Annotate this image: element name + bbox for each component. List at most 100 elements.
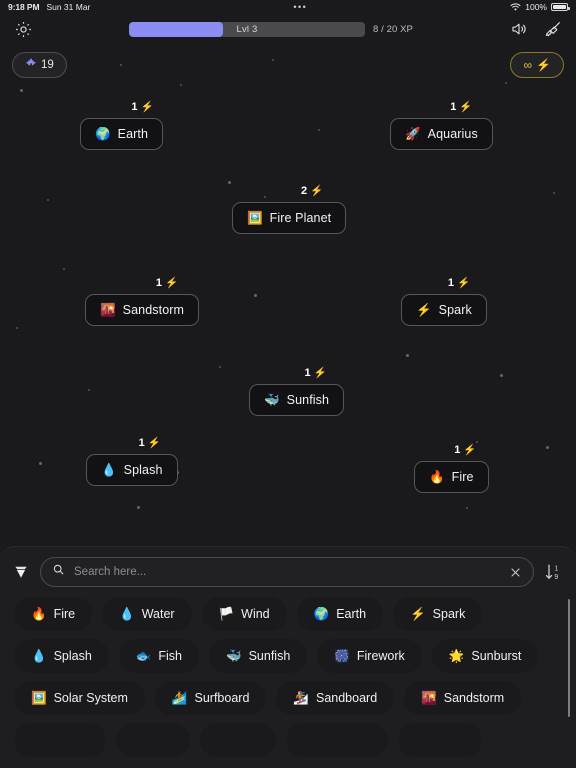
- search-box[interactable]: [40, 557, 534, 587]
- element-card[interactable]: 🖼️ Fire Planet: [232, 202, 347, 234]
- node-energy-cost: 1 ⚡: [249, 368, 344, 379]
- element-chip[interactable]: 🖼️ Solar System: [14, 681, 145, 715]
- element-chip[interactable]: 🌍 Earth: [296, 597, 384, 631]
- node-energy-value: 1: [155, 277, 163, 289]
- element-chip-partial[interactable]: [200, 723, 276, 757]
- element-chip-label: Sunfish: [248, 649, 291, 663]
- element-chip[interactable]: 🎆 Firework: [317, 639, 422, 673]
- element-emoji-icon: 🌍: [313, 606, 330, 621]
- element-chip[interactable]: 🐟 Fish: [118, 639, 200, 673]
- ios-status-bar: 9:18 PM Sun 31 Mar ••• 100%: [0, 0, 576, 14]
- svg-text:9: 9: [554, 574, 558, 581]
- star-dot: [219, 366, 221, 368]
- element-card[interactable]: 🌍 Earth: [80, 118, 164, 150]
- element-node[interactable]: 1 ⚡ 💧 Splash: [86, 438, 178, 486]
- puzzle-piece-icon: [25, 58, 37, 73]
- element-chip-label: Fire: [53, 607, 76, 621]
- element-chip[interactable]: 🏂 Sandboard: [276, 681, 395, 715]
- star-dot: [228, 181, 231, 184]
- sort-descending-icon[interactable]: 1 9: [544, 561, 564, 583]
- node-energy-value: 2: [301, 185, 308, 197]
- lightning-bolt-icon: ⚡: [313, 367, 327, 380]
- scrollbar-thumb[interactable]: [568, 599, 570, 717]
- element-node[interactable]: 1 ⚡ 🌇 Sandstorm: [85, 277, 200, 326]
- node-energy-cost: 1 ⚡: [401, 278, 487, 289]
- element-chip-partial[interactable]: [286, 723, 388, 757]
- star-dot: [180, 84, 182, 86]
- battery-percent-label: 100%: [525, 2, 547, 12]
- close-icon[interactable]: [509, 566, 522, 579]
- element-node[interactable]: 1 ⚡ ⚡ Spark: [401, 278, 487, 326]
- element-chip[interactable]: 🌇 Sandstorm: [404, 681, 522, 715]
- crafting-board[interactable]: 19 ∞ ⚡ 1 ⚡ 🌍 Earth 1 ⚡ 🚀 Aquarius 2 ⚡ 🖼️ Fire Plane…: [0, 44, 576, 546]
- star-dot: [553, 192, 555, 194]
- broom-icon[interactable]: [542, 18, 564, 40]
- element-chip[interactable]: 🏳️ Wind: [201, 597, 287, 631]
- element-card[interactable]: ⚡ Spark: [401, 294, 487, 326]
- infinity-icon: ∞: [523, 58, 533, 72]
- lightning-bolt-icon: ⚡: [147, 437, 161, 450]
- element-chip-partial[interactable]: [14, 723, 106, 757]
- node-energy-value: 1: [450, 101, 457, 113]
- element-node[interactable]: 2 ⚡ 🖼️ Fire Planet: [232, 185, 347, 234]
- star-dot: [505, 82, 507, 84]
- element-chip[interactable]: 💧 Splash: [14, 639, 109, 673]
- wifi-icon: [510, 2, 521, 12]
- element-node[interactable]: 1 ⚡ 🌍 Earth: [80, 102, 164, 150]
- element-emoji-icon: 🐳: [264, 392, 280, 407]
- element-chip-partial[interactable]: [116, 723, 190, 757]
- star-dot: [500, 374, 503, 377]
- status-bar-date: Sun 31 Mar: [46, 2, 91, 12]
- element-card-label: Spark: [438, 303, 472, 317]
- element-emoji-icon: 🌇: [421, 690, 437, 705]
- gem-icon[interactable]: [12, 563, 30, 581]
- xp-progress-bar: Lvl 3: [129, 21, 366, 37]
- node-energy-value: 1: [454, 444, 461, 456]
- element-chip[interactable]: 🌟 Sunburst: [431, 639, 539, 673]
- element-node[interactable]: 1 ⚡ 🔥 Fire: [414, 445, 489, 493]
- element-card[interactable]: 🐳 Sunfish: [249, 384, 345, 416]
- element-chip[interactable]: 🏄 Surfboard: [154, 681, 267, 715]
- speaker-icon[interactable]: [508, 18, 530, 40]
- scrollbar-track[interactable]: [568, 599, 570, 751]
- lightning-bolt-icon: ⚡: [463, 444, 477, 457]
- search-icon: [52, 563, 65, 581]
- element-chip[interactable]: 🔥 Fire: [14, 597, 93, 631]
- element-chip[interactable]: ⚡ Spark: [393, 597, 483, 631]
- star-dot: [466, 507, 468, 509]
- star-dot: [47, 199, 49, 201]
- toolbar-right-icons: [508, 18, 564, 40]
- element-card[interactable]: 🚀 Aquarius: [390, 118, 493, 150]
- lightning-bolt-icon: ⚡: [165, 277, 179, 290]
- element-card-label: Fire Planet: [269, 211, 332, 225]
- gear-icon[interactable]: [12, 18, 34, 40]
- star-dot: [546, 446, 549, 449]
- node-energy-cost: 1 ⚡: [86, 438, 178, 449]
- element-card[interactable]: 🔥 Fire: [414, 461, 489, 493]
- star-dot: [63, 268, 65, 270]
- puzzle-count-badge[interactable]: 19: [12, 52, 67, 78]
- search-input[interactable]: [74, 566, 500, 578]
- infinite-energy-badge[interactable]: ∞ ⚡: [510, 52, 564, 78]
- element-card[interactable]: 🌇 Sandstorm: [85, 294, 200, 326]
- element-card[interactable]: 💧 Splash: [86, 454, 178, 486]
- top-toolbar: Lvl 3 8 / 20 XP: [0, 14, 576, 44]
- element-emoji-icon: 🐳: [226, 648, 242, 663]
- element-emoji-icon: 🏂: [293, 690, 309, 705]
- element-card-label: Fire: [451, 470, 474, 484]
- element-chip-partial[interactable]: [398, 723, 482, 757]
- element-node[interactable]: 1 ⚡ 🐳 Sunfish: [249, 368, 345, 416]
- node-energy-cost: 1 ⚡: [390, 102, 493, 113]
- status-bar-time: 9:18 PM: [8, 2, 40, 12]
- element-chips-scroll-area[interactable]: 🔥 Fire 💧 Water 🏳️ Wind 🌍 Earth ⚡ Spark 💧 Splash 🐟 Fis…: [0, 595, 576, 767]
- app-root: 9:18 PM Sun 31 Mar ••• 100% Lvl 3 8 / 20…: [0, 0, 576, 768]
- element-node[interactable]: 1 ⚡ 🚀 Aquarius: [390, 102, 493, 150]
- star-dot: [137, 506, 140, 509]
- lightning-bolt-icon: ⚡: [536, 58, 551, 72]
- element-chip-label: Sunburst: [471, 649, 522, 663]
- element-chip-label: Surfboard: [194, 691, 250, 705]
- element-chip[interactable]: 🐳 Sunfish: [209, 639, 308, 673]
- element-chip-label: Splash: [53, 649, 92, 663]
- element-chip-label: Firework: [356, 649, 405, 663]
- element-chip[interactable]: 💧 Water: [102, 597, 192, 631]
